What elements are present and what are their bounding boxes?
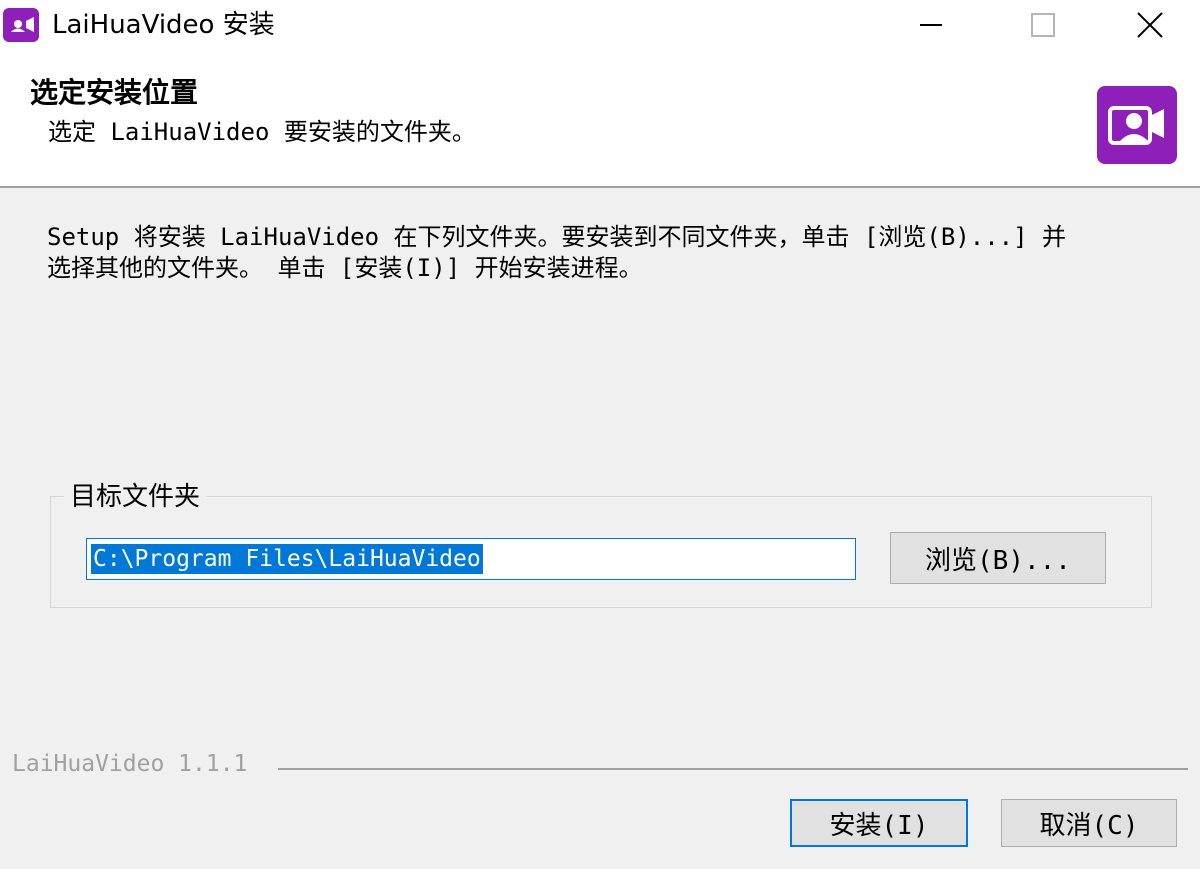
header-banner: 选定安装位置 选定 LaiHuaVideo 要安装的文件夹。 [0,50,1200,188]
laihua-video-icon [3,8,39,42]
maximize-icon [1031,13,1055,37]
footer-divider [278,768,1188,770]
minimize-icon [920,24,942,26]
page-title: 选定安装位置 [30,76,199,109]
install-button[interactable]: 安装(I) [790,799,968,847]
laihua-video-logo [1097,86,1177,164]
install-description: Setup 将安装 LaiHuaVideo 在下列文件夹。要安装到不同文件夹，单… [47,223,1067,282]
destination-path-input[interactable]: C:\Program Files\LaiHuaVideo [86,538,856,580]
maximize-button[interactable] [987,0,1099,50]
destination-path-value: C:\Program Files\LaiHuaVideo [91,544,483,574]
page-subtitle: 选定 LaiHuaVideo 要安装的文件夹。 [48,118,476,146]
title-bar: LaiHuaVideo 安装 [0,0,1200,50]
close-icon [1136,12,1163,38]
browse-button[interactable]: 浏览(B)... [890,532,1106,584]
destination-folder-label: 目标文件夹 [64,481,207,513]
window-title: LaiHuaVideo 安装 [52,10,275,40]
version-label: LaiHuaVideo 1.1.1 [12,751,248,777]
minimize-button[interactable] [875,0,987,50]
close-button[interactable] [1099,0,1200,50]
cancel-button[interactable]: 取消(C) [1001,799,1177,847]
